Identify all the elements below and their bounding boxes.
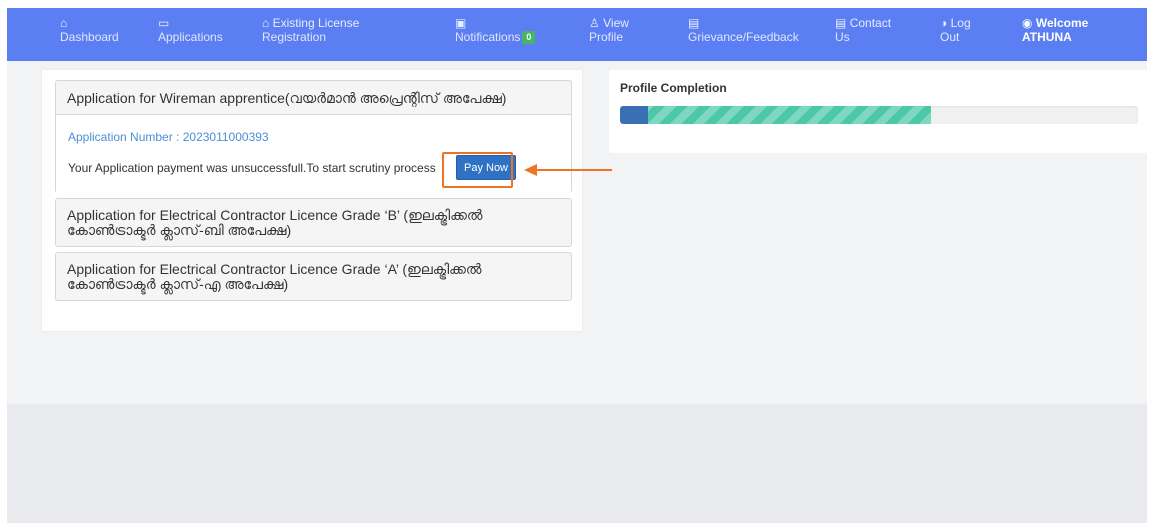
nav-applications[interactable]: ▭ Applications (158, 17, 223, 45)
nav-log-out-label: Out (940, 30, 960, 44)
nav-existing-license-label: Registration (262, 30, 327, 44)
nav-notifications-label: Notifications (455, 30, 521, 44)
nav-log-out[interactable]: ◑ Log Out (940, 17, 971, 45)
grade-a-application-panel[interactable]: Application for Electrical Contractor Li… (55, 252, 572, 301)
nav-dashboard-label: Dashboard (60, 30, 119, 44)
welcome-username: ATHUNA (1022, 30, 1072, 44)
application-number: Application Number : 2023011000393 (68, 130, 269, 144)
nav-contact-us-label: Us (835, 30, 850, 44)
copy-icon: ▭ (158, 16, 170, 30)
pay-now-highlight-box (442, 152, 513, 188)
user-circle-icon: ◉ Welcome (1022, 16, 1089, 30)
nav-view-profile[interactable]: ♙ View Profile (589, 17, 629, 45)
grade-b-application-title: Application for Electrical Contractor Li… (67, 207, 483, 238)
notification-count-badge: 0 (522, 31, 536, 45)
top-navbar: ⌂ Dashboard ▭ Applications ⌂ Existing Li… (7, 8, 1147, 61)
nav-dashboard[interactable]: ⌂ Dashboard (60, 17, 119, 45)
profile-completion-card: Profile Completion (609, 70, 1147, 153)
home-icon: ⌂ (60, 16, 68, 30)
profile-completion-title: Profile Completion (620, 81, 727, 95)
profile-progress-bar (620, 106, 931, 124)
home-icon: ⌂ Existing License (262, 16, 360, 30)
nav-contact-us[interactable]: ▤ Contact Us (835, 17, 891, 45)
bell-icon: ▣ (455, 16, 467, 30)
footer-area (7, 404, 1147, 523)
profile-progress-track (620, 106, 1138, 124)
power-icon: ◑ Log (940, 16, 971, 30)
nav-view-profile-label: Profile (589, 30, 624, 44)
nav-welcome-user[interactable]: ◉ Welcome ATHUNA (1022, 17, 1088, 45)
nav-applications-label: Applications (158, 30, 223, 44)
grade-b-application-panel[interactable]: Application for Electrical Contractor Li… (55, 198, 572, 247)
nav-notifications[interactable]: ▣ Notifications 0 (455, 16, 536, 45)
nav-grievance-feedback[interactable]: ▤ Grievance/Feedback (688, 17, 799, 45)
document-icon: ▤ (688, 16, 700, 30)
user-icon: ♙ View (589, 16, 629, 30)
document-icon: ▤ Contact (835, 16, 892, 30)
nav-existing-license-registration[interactable]: ⌂ Existing License Registration (262, 17, 359, 45)
nav-grievance-label: Grievance/Feedback (688, 30, 799, 44)
wireman-application-title[interactable]: Application for Wireman apprentice(വയർമാ… (56, 81, 571, 115)
payment-status-message: Your Application payment was unsuccessfu… (68, 161, 436, 175)
grade-a-application-title: Application for Electrical Contractor Li… (67, 261, 482, 292)
pointer-arrow-icon (524, 164, 612, 176)
